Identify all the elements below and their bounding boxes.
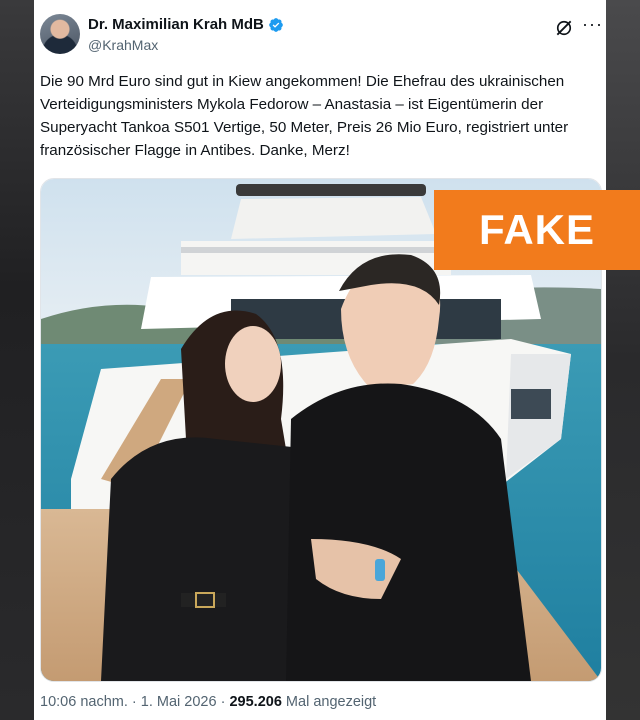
tweet-card: Dr. Maximilian Krah MdB @KrahMax ··· Die… [34, 0, 606, 720]
verified-badge-icon [269, 17, 283, 32]
author-row: Dr. Maximilian Krah MdB [88, 16, 284, 33]
tweet-meta: 10:06 nachm. · 1. Mai 2026 · 295.206 Mal… [40, 694, 376, 710]
more-options-icon[interactable]: ··· [582, 14, 603, 35]
author-name[interactable]: Dr. Maximilian Krah MdB [88, 16, 264, 33]
views-count: 295.206 [229, 694, 282, 710]
background-left [0, 0, 34, 720]
avatar[interactable] [40, 14, 80, 54]
fake-label: FAKE [434, 190, 640, 270]
author-handle[interactable]: @KrahMax [88, 37, 158, 53]
meta-separator: · [131, 694, 137, 710]
post-time[interactable]: 10:06 nachm. [40, 694, 128, 710]
background-right [606, 0, 640, 720]
meta-separator: · [220, 694, 226, 710]
grok-icon[interactable] [554, 18, 574, 38]
post-date[interactable]: 1. Mai 2026 [141, 694, 217, 710]
views-label: Mal angezeigt [285, 694, 377, 710]
tweet-text: Die 90 Mrd Euro sind gut in Kiew angekom… [40, 73, 569, 159]
